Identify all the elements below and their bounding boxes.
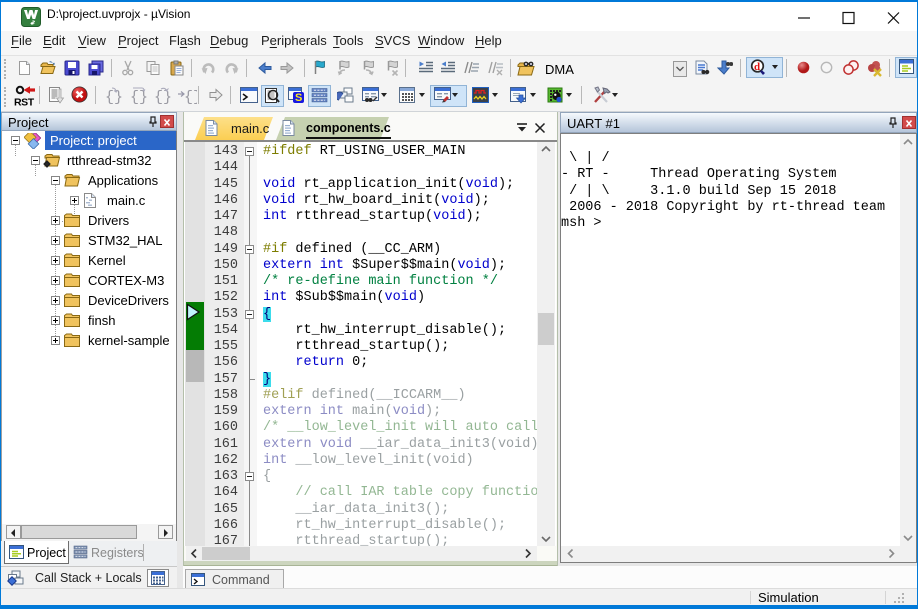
svg-text:{}: {} <box>105 89 122 105</box>
svg-text:S: S <box>295 92 302 104</box>
svg-text:d: d <box>754 61 760 73</box>
svg-text:RST: RST <box>14 97 35 109</box>
svg-text:{}: {} <box>154 89 171 105</box>
svg-text:{}: {} <box>184 89 197 105</box>
